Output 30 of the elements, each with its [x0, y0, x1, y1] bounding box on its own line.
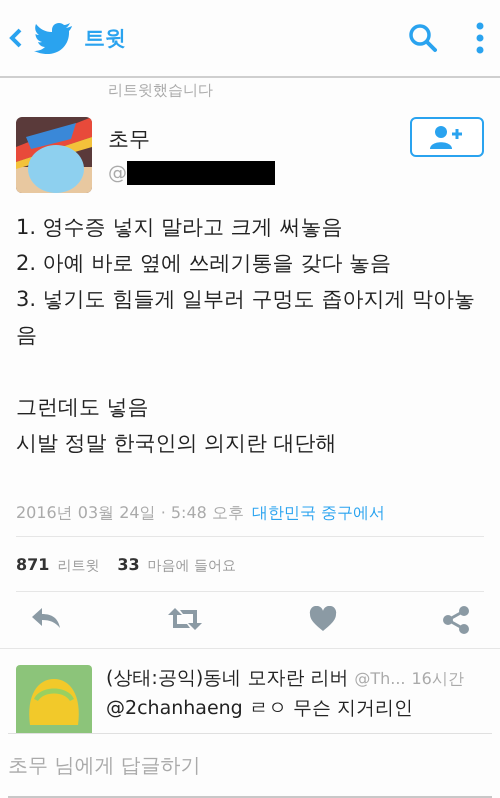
add-user-icon: [430, 125, 464, 149]
tweet-text-line: 3. 넣기도 힘들게 일부러 구멍도 좁아지게 막아놓음: [16, 286, 476, 349]
tweet-text-line: 시발 정말 한국인의 의지란 대단해: [16, 430, 338, 457]
header-title: 트윗: [84, 25, 127, 52]
search-button[interactable]: [408, 23, 438, 53]
tweet-text-line: 그런데도 넣음: [16, 394, 150, 421]
reply-author-name: (상태:공익)동네 모자란 리버: [106, 666, 348, 691]
author-name: 초무: [108, 126, 151, 153]
stat-label: 리트윗: [57, 557, 100, 575]
stat-count: 33: [117, 555, 140, 574]
location-link[interactable]: 대한민국 중구에서: [252, 503, 385, 524]
tweet-text-line: 1. 영수증 넣지 말라고 크게 써놓음: [16, 214, 344, 241]
tweet-text-line: 2. 아예 바로 옆에 쓰레기통을 갖다 놓음: [16, 250, 392, 277]
reply-time: 16시간: [411, 669, 464, 690]
reply-handle: @Th...: [354, 669, 406, 688]
tweet-date: 2016년 03월 24일 · 5:48 오후: [16, 503, 244, 524]
retweet-icon[interactable]: [167, 606, 204, 632]
bird-logo-icon: [34, 22, 74, 54]
stat-label: 마음에 들어요: [148, 557, 236, 575]
heart-icon[interactable]: [308, 606, 337, 632]
author-handle: @: [108, 162, 127, 184]
reply-icon[interactable]: [30, 606, 62, 630]
stat-count: 871: [16, 555, 50, 574]
share-icon[interactable]: [442, 606, 470, 634]
reply-text: @2chanhaeng ㄹㅇ 무슨 지거리인: [106, 696, 414, 721]
follow-button[interactable]: [410, 117, 484, 157]
retweet-note: 리트윗했습니다: [108, 81, 213, 99]
back-button[interactable]: [8, 27, 24, 49]
reply-input-field[interactable]: 초무 님에게 답글하기: [8, 733, 492, 798]
more-menu-button[interactable]: [476, 22, 484, 54]
